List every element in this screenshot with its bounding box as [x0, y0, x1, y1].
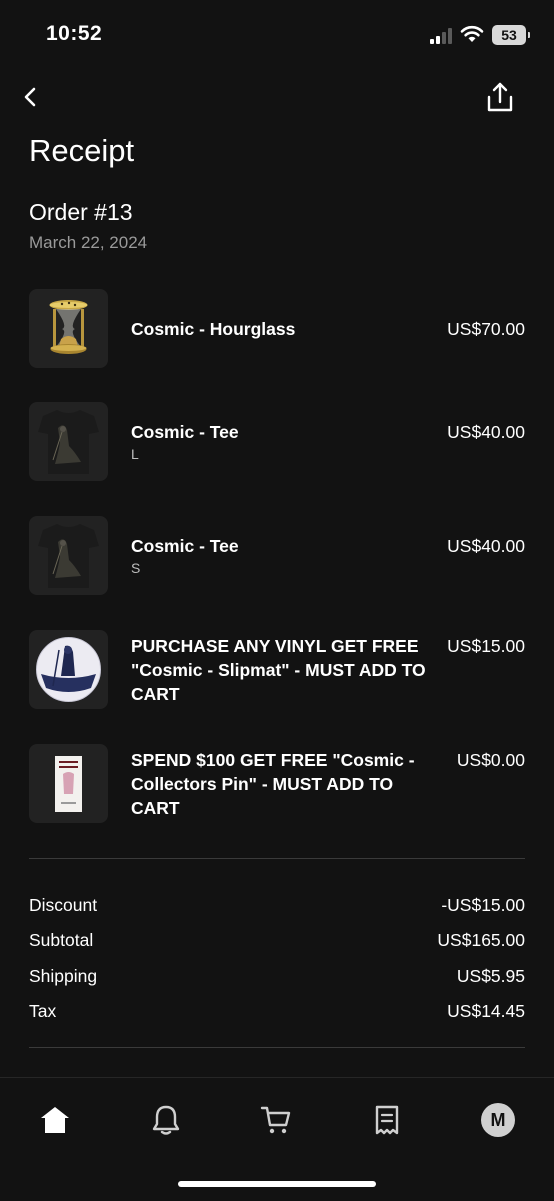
- item-name: SPEND $100 GET FREE "Cosmic - Collectors…: [131, 750, 415, 818]
- share-button[interactable]: [482, 80, 518, 116]
- pin-card-image: [55, 756, 82, 812]
- item-price: US$40.00: [447, 536, 525, 556]
- discount-label: Discount: [29, 895, 98, 915]
- item-variant: S: [131, 560, 141, 576]
- product-image: [29, 744, 108, 823]
- wifi-icon: [460, 25, 484, 42]
- line-item[interactable]: PURCHASE ANY VINYL GET FREE "Cosmic - Sl…: [29, 630, 525, 710]
- product-image: [29, 289, 108, 368]
- tab-cart[interactable]: [256, 1100, 296, 1140]
- slipmat-image: [36, 637, 101, 702]
- tax-row: Tax US$14.45: [29, 1001, 525, 1025]
- tab-profile[interactable]: M: [478, 1100, 518, 1140]
- item-variant: L: [131, 446, 139, 462]
- divider: [29, 1047, 525, 1048]
- line-item[interactable]: Cosmic - Tee S US$40.00: [29, 516, 525, 596]
- product-image: [29, 630, 108, 709]
- tee-image: [38, 524, 99, 588]
- share-icon: [487, 82, 513, 112]
- shipping-row: Shipping US$5.95: [29, 966, 525, 990]
- subtotal-label: Subtotal: [29, 930, 94, 950]
- tab-notifications[interactable]: [146, 1100, 186, 1140]
- hourglass-image: [49, 300, 88, 354]
- cart-icon: [260, 1106, 291, 1134]
- item-price: US$70.00: [447, 319, 525, 339]
- tab-home[interactable]: [35, 1100, 75, 1140]
- chevron-left-icon: [24, 87, 36, 107]
- discount-value: -US$15.00: [441, 895, 525, 915]
- divider: [29, 858, 525, 859]
- cellular-signal-icon: [430, 28, 454, 44]
- tab-receipts[interactable]: [367, 1100, 407, 1140]
- tee-image: [38, 410, 99, 474]
- shipping-value: US$5.95: [456, 966, 525, 986]
- tax-value: US$14.45: [447, 1001, 525, 1021]
- product-image: [29, 516, 108, 595]
- tax-label: Tax: [29, 1001, 57, 1021]
- avatar: M: [481, 1103, 515, 1137]
- item-price: US$40.00: [447, 422, 525, 442]
- item-name: Cosmic - Tee: [131, 536, 239, 556]
- status-time: 10:52: [46, 22, 103, 45]
- subtotal-row: Subtotal US$165.00: [29, 930, 525, 954]
- item-name: PURCHASE ANY VINYL GET FREE "Cosmic - Sl…: [131, 636, 426, 704]
- home-indicator: [178, 1181, 376, 1187]
- status-bar: 10:52 53: [0, 0, 554, 70]
- page-title: Receipt: [29, 133, 135, 168]
- item-name: Cosmic - Tee: [131, 422, 239, 442]
- line-item[interactable]: Cosmic - Tee L US$40.00: [29, 402, 525, 482]
- order-date: March 22, 2024: [29, 233, 148, 252]
- line-item[interactable]: Cosmic - Hourglass US$70.00: [29, 289, 525, 369]
- discount-row: Discount -US$15.00: [29, 895, 525, 919]
- bell-icon: [152, 1105, 180, 1135]
- item-name: Cosmic - Hourglass: [131, 319, 296, 339]
- back-button[interactable]: [16, 82, 48, 114]
- battery-icon: 53: [492, 25, 530, 45]
- home-icon: [41, 1107, 69, 1133]
- product-image: [29, 402, 108, 481]
- item-price: US$15.00: [447, 636, 525, 656]
- receipt-icon: [375, 1105, 399, 1135]
- subtotal-value: US$165.00: [437, 930, 525, 950]
- shipping-label: Shipping: [29, 966, 98, 986]
- item-price: US$0.00: [456, 750, 525, 770]
- line-item[interactable]: SPEND $100 GET FREE "Cosmic - Collectors…: [29, 744, 525, 824]
- order-number: Order #13: [29, 199, 133, 225]
